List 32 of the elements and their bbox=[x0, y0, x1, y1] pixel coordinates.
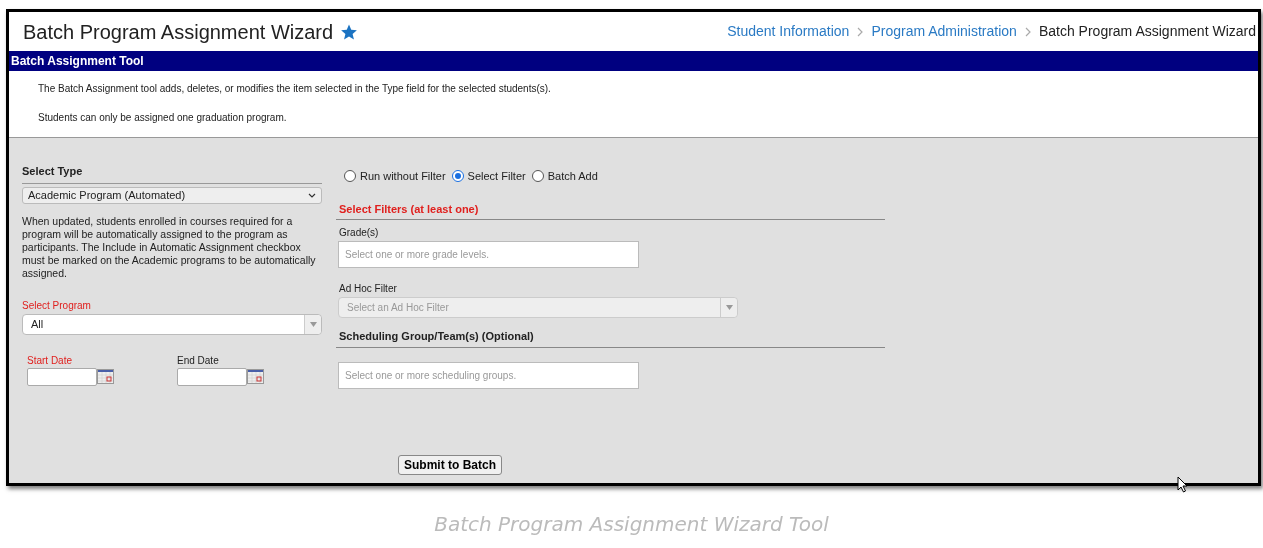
radio-option[interactable]: Select Filter bbox=[451, 168, 526, 185]
section-heading: Select Type bbox=[22, 163, 322, 184]
breadcrumb-link[interactable]: Program Administration bbox=[871, 21, 1017, 42]
grades-field[interactable]: Select one or more grade levels. bbox=[338, 241, 639, 268]
calendar-icon[interactable] bbox=[97, 369, 114, 384]
field-label: Start Date bbox=[27, 353, 74, 368]
submit-button[interactable]: Submit to Batch bbox=[398, 454, 502, 475]
chevron-down-icon[interactable] bbox=[308, 192, 316, 198]
chevron-right-icon bbox=[1024, 26, 1031, 37]
page-title: Batch Program Assignment Wizard bbox=[23, 19, 334, 45]
section-heading: Select Filters (at least one) bbox=[336, 200, 885, 220]
chevron-right-icon bbox=[857, 26, 864, 37]
field-label: Select Program bbox=[22, 298, 92, 313]
field-label: End Date bbox=[177, 353, 220, 368]
section-header: Batch Assignment Tool bbox=[9, 51, 1258, 71]
description-text: The Batch Assignment tool adds, deletes, or modifies the item selected in the Type field for the selected students(s). bbox=[38, 82, 552, 96]
section-heading: Scheduling Group/Team(s) (Optional) bbox=[336, 328, 885, 348]
help-text: When updated, students enrolled in courses required for a program will be automatically assigned to the program as participants. The Include in Automatic Assignment checkbox must be marked on the Academic programs to be automatically assigned. bbox=[22, 214, 317, 280]
field-label: Ad Hoc Filter bbox=[339, 282, 398, 296]
field-label: Grade(s) bbox=[339, 226, 380, 240]
scheduling-groups-field[interactable]: Select one or more scheduling groups. bbox=[338, 361, 639, 389]
description-text: Students can only be assigned one graduation program. bbox=[38, 111, 288, 125]
radio-option[interactable]: Run without Filter bbox=[344, 168, 446, 185]
date-input[interactable] bbox=[177, 367, 247, 386]
program-dropdown[interactable]: All bbox=[22, 313, 322, 335]
radio-option[interactable]: Batch Add bbox=[531, 168, 598, 185]
calendar-icon[interactable] bbox=[247, 369, 264, 384]
breadcrumb-current: Batch Program Assignment Wizard bbox=[1038, 22, 1256, 41]
image-caption: Batch Program Assignment Wizard Tool bbox=[434, 511, 829, 538]
type-dropdown[interactable]: Academic Program (Automated) bbox=[22, 186, 322, 204]
breadcrumb-link[interactable]: Student Information bbox=[727, 21, 850, 42]
date-input[interactable] bbox=[27, 367, 97, 386]
